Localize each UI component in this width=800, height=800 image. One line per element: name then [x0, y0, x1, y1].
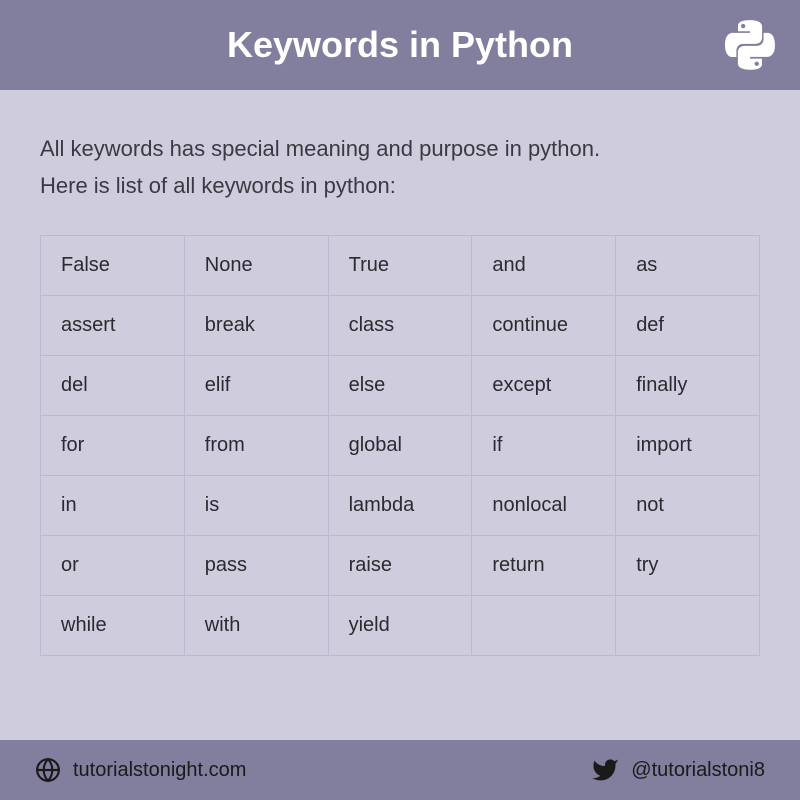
- keyword-cell: or: [41, 535, 185, 595]
- keyword-cell: return: [472, 535, 616, 595]
- keyword-cell: finally: [616, 355, 760, 415]
- website-text: tutorialstonight.com: [73, 759, 246, 782]
- keyword-cell: lambda: [328, 475, 472, 535]
- keyword-cell: while: [41, 595, 185, 655]
- intro-line-1: All keywords has special meaning and pur…: [40, 130, 760, 167]
- keyword-cell: del: [41, 355, 185, 415]
- table-row: forfromglobalifimport: [41, 415, 760, 475]
- globe-icon: [35, 757, 61, 783]
- keyword-cell: None: [184, 235, 328, 295]
- keyword-cell: is: [184, 475, 328, 535]
- intro-text: All keywords has special meaning and pur…: [40, 130, 760, 205]
- twitter-handle: @tutorialstoni8: [631, 759, 765, 782]
- table-row: delelifelseexceptfinally: [41, 355, 760, 415]
- keyword-cell: assert: [41, 295, 185, 355]
- keywords-table: FalseNoneTrueandasassertbreakclasscontin…: [40, 235, 760, 656]
- keyword-cell: yield: [328, 595, 472, 655]
- keyword-cell: else: [328, 355, 472, 415]
- keyword-cell: try: [616, 535, 760, 595]
- twitter-icon: [591, 756, 619, 784]
- keyword-cell: global: [328, 415, 472, 475]
- page-header: Keywords in Python: [0, 0, 800, 90]
- keyword-cell: continue: [472, 295, 616, 355]
- table-row: inislambdanonlocalnot: [41, 475, 760, 535]
- python-logo-icon: [725, 20, 775, 70]
- table-row: orpassraisereturntry: [41, 535, 760, 595]
- keyword-cell: break: [184, 295, 328, 355]
- keyword-cell: def: [616, 295, 760, 355]
- keyword-cell: for: [41, 415, 185, 475]
- keyword-cell: class: [328, 295, 472, 355]
- keyword-cell: pass: [184, 535, 328, 595]
- keyword-cell: if: [472, 415, 616, 475]
- keyword-cell: nonlocal: [472, 475, 616, 535]
- keyword-cell: [616, 595, 760, 655]
- keyword-cell: and: [472, 235, 616, 295]
- keyword-cell: False: [41, 235, 185, 295]
- page-title: Keywords in Python: [227, 24, 573, 66]
- keyword-cell: [472, 595, 616, 655]
- keyword-cell: not: [616, 475, 760, 535]
- keyword-cell: raise: [328, 535, 472, 595]
- keyword-cell: in: [41, 475, 185, 535]
- footer-twitter: @tutorialstoni8: [591, 756, 765, 784]
- footer-website: tutorialstonight.com: [35, 757, 246, 783]
- table-row: FalseNoneTrueandas: [41, 235, 760, 295]
- keyword-cell: True: [328, 235, 472, 295]
- keyword-cell: as: [616, 235, 760, 295]
- keyword-cell: except: [472, 355, 616, 415]
- content-area: All keywords has special meaning and pur…: [0, 90, 800, 740]
- keyword-cell: elif: [184, 355, 328, 415]
- keyword-cell: import: [616, 415, 760, 475]
- table-row: assertbreakclasscontinuedef: [41, 295, 760, 355]
- keyword-cell: with: [184, 595, 328, 655]
- intro-line-2: Here is list of all keywords in python:: [40, 167, 760, 204]
- keyword-cell: from: [184, 415, 328, 475]
- page-footer: tutorialstonight.com @tutorialstoni8: [0, 740, 800, 800]
- table-row: whilewithyield: [41, 595, 760, 655]
